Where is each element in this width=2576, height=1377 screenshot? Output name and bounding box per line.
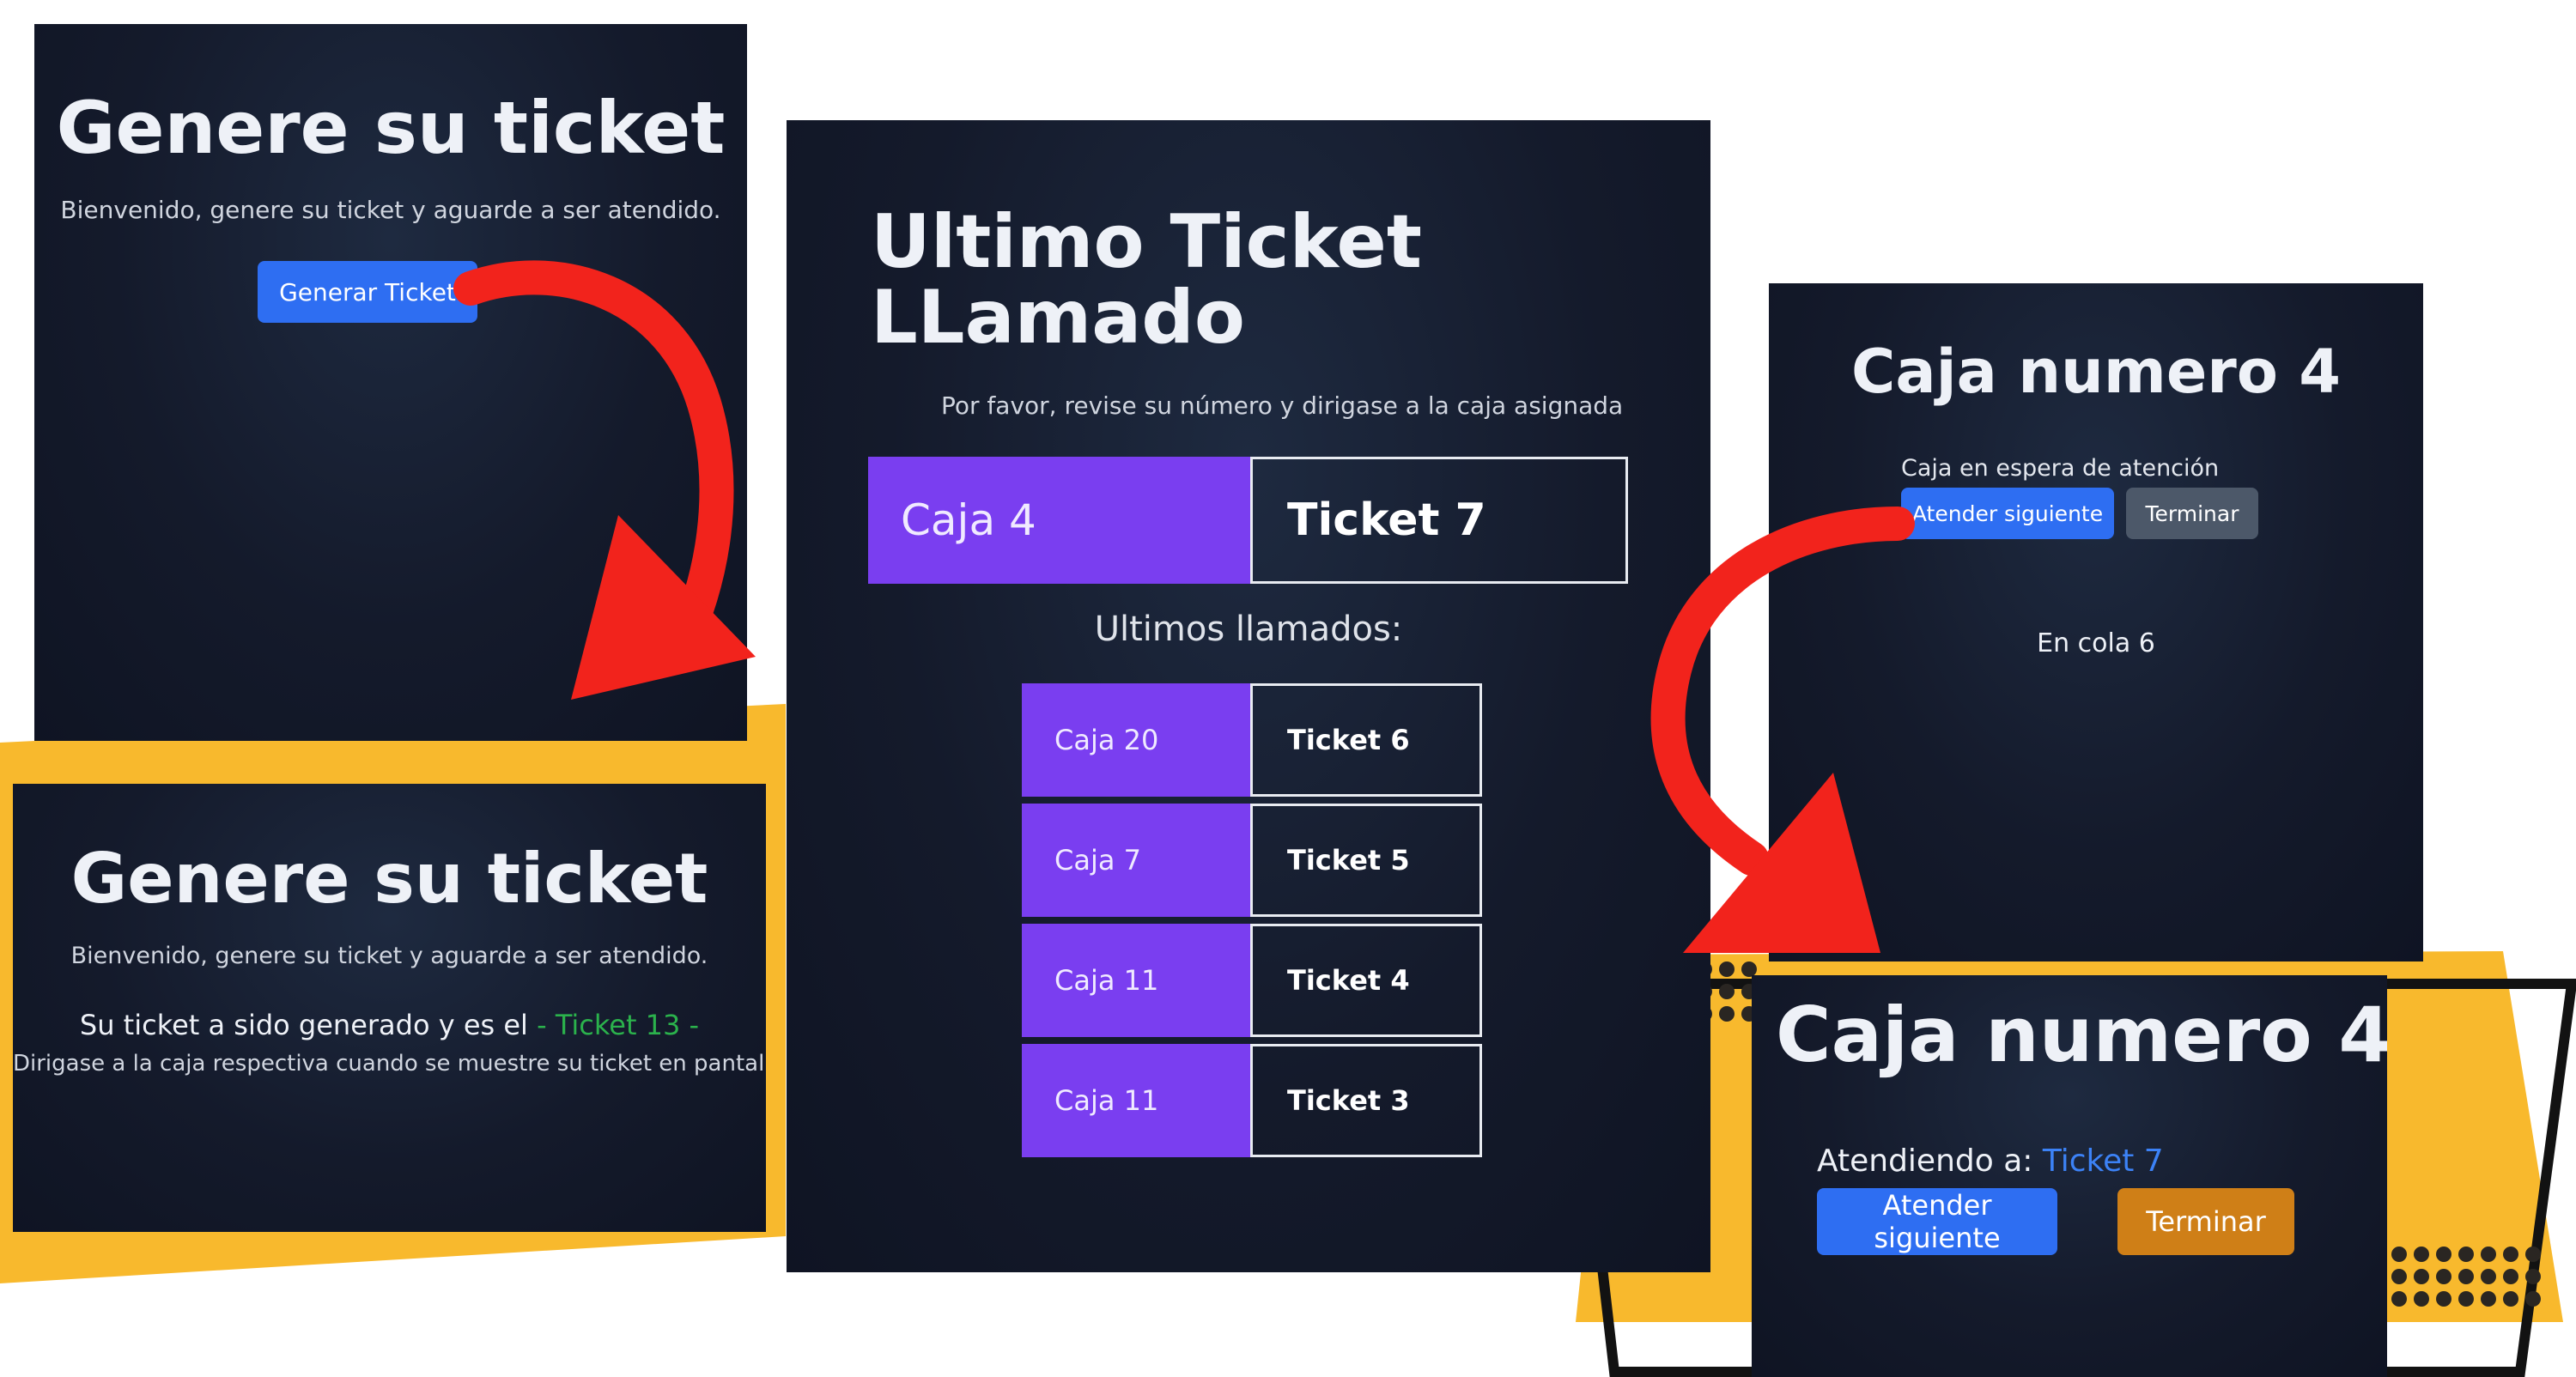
history-caja-cell: Caja 20	[1022, 683, 1250, 797]
welcome-subtitle: Bienvenido, genere su ticket y aguarde a…	[60, 196, 721, 224]
desk-title: Caja numero 4	[1851, 337, 2341, 407]
decor-dot	[1719, 984, 1735, 999]
decor-dot	[2481, 1291, 2496, 1307]
history-ticket-cell: Ticket 4	[1250, 924, 1482, 1037]
decor-dot	[2458, 1247, 2474, 1262]
generate-ticket-panel: Genere su ticket Bienvenido, genere su t…	[34, 24, 747, 741]
current-caja: Caja 4	[901, 495, 1036, 545]
finish-button[interactable]: Terminar	[2117, 1188, 2294, 1255]
history-ticket: Ticket 5	[1287, 844, 1410, 877]
decor-dot	[2436, 1269, 2451, 1284]
current-ticket: Ticket 7	[1287, 494, 1486, 546]
history-ticket-cell: Ticket 6	[1250, 683, 1482, 797]
decor-dot	[2414, 1247, 2429, 1262]
history-caja-cell: Caja 7	[1022, 804, 1250, 917]
ticket-generated-message: Su ticket a sido generado y es el - Tick…	[13, 1009, 766, 1041]
desk-status: Caja en espera de atención	[1901, 455, 2220, 482]
decor-dot	[2414, 1291, 2429, 1307]
page-title: Genere su ticket	[56, 86, 726, 170]
history-caja-cell: Caja 11	[1022, 924, 1250, 1037]
history-caja: Caja 11	[1054, 1084, 1159, 1117]
instructions-text: Dirigase a la caja respectiva cuando se …	[13, 1051, 766, 1077]
current-caja-cell: Caja 4	[868, 457, 1250, 584]
history-ticket: Ticket 6	[1287, 724, 1410, 756]
title-line-2: LLamado	[871, 275, 1245, 361]
decor-dot	[2414, 1269, 2429, 1284]
decor-dot	[2525, 1247, 2541, 1262]
decor-dot	[1719, 1006, 1735, 1022]
decor-dot	[2436, 1291, 2451, 1307]
decor-dot	[2481, 1269, 2496, 1284]
decor-dot	[2391, 1291, 2407, 1307]
attending-prefix: Atendiendo a:	[1817, 1143, 2033, 1179]
decor-dot	[2391, 1269, 2407, 1284]
title-line-1: Ultimo Ticket	[871, 199, 1422, 285]
display-subtitle: Por favor, revise su número y dirigase a…	[941, 391, 1624, 420]
decor-dot	[2503, 1291, 2518, 1307]
decor-dot	[2525, 1269, 2541, 1284]
decor-dot	[2503, 1269, 2518, 1284]
display-title: Ultimo Ticket LLamado	[871, 204, 1422, 355]
history-ticket-cell: Ticket 3	[1250, 1044, 1482, 1157]
history-heading: Ultimos llamados:	[1094, 610, 1403, 649]
decor-dot	[1719, 961, 1735, 977]
desk-attending-panel: Caja numero 4 Atendiendo a: Ticket 7 Ate…	[1752, 975, 2387, 1377]
generate-ticket-button[interactable]: Generar Ticket	[258, 261, 477, 323]
page-title: Genere su ticket	[70, 839, 708, 919]
attending-line: Atendiendo a: Ticket 7	[1817, 1143, 2164, 1179]
welcome-subtitle: Bienvenido, genere su ticket y aguarde a…	[70, 943, 708, 969]
decor-dot	[2458, 1269, 2474, 1284]
ticket-generated-panel: Genere su ticket Bienvenido, genere su t…	[13, 784, 766, 1232]
history-caja: Caja 20	[1054, 724, 1159, 756]
decor-dot	[2436, 1247, 2451, 1262]
generated-ticket-number: - Ticket 13 -	[537, 1009, 700, 1041]
history-ticket: Ticket 3	[1287, 1084, 1410, 1117]
dot-pattern-right	[2391, 1247, 2563, 1315]
attend-next-button[interactable]: Atender siguiente	[1817, 1188, 2057, 1255]
decor-dot	[2391, 1247, 2407, 1262]
attend-next-button[interactable]: Atender siguiente	[1901, 488, 2114, 539]
finish-button[interactable]: Terminar	[2126, 488, 2258, 539]
decor-dot	[2525, 1291, 2541, 1307]
history-caja-cell: Caja 11	[1022, 1044, 1250, 1157]
decor-dot	[2481, 1247, 2496, 1262]
queue-count: En cola 6	[2037, 628, 2155, 658]
desk-title: Caja numero 4	[1776, 991, 2387, 1079]
last-called-display-panel: Ultimo Ticket LLamado Por favor, revise …	[787, 120, 1710, 1272]
decor-dot	[2503, 1247, 2518, 1262]
history-caja: Caja 11	[1054, 964, 1159, 997]
decor-dot	[2458, 1291, 2474, 1307]
history-caja: Caja 7	[1054, 844, 1141, 877]
history-ticket: Ticket 4	[1287, 964, 1410, 997]
history-ticket-cell: Ticket 5	[1250, 804, 1482, 917]
current-ticket-cell: Ticket 7	[1250, 457, 1628, 584]
desk-waiting-panel: Caja numero 4 Caja en espera de atención…	[1769, 283, 2423, 961]
message-prefix: Su ticket a sido generado y es el	[79, 1009, 528, 1041]
attending-ticket: Ticket 7	[2042, 1143, 2164, 1179]
